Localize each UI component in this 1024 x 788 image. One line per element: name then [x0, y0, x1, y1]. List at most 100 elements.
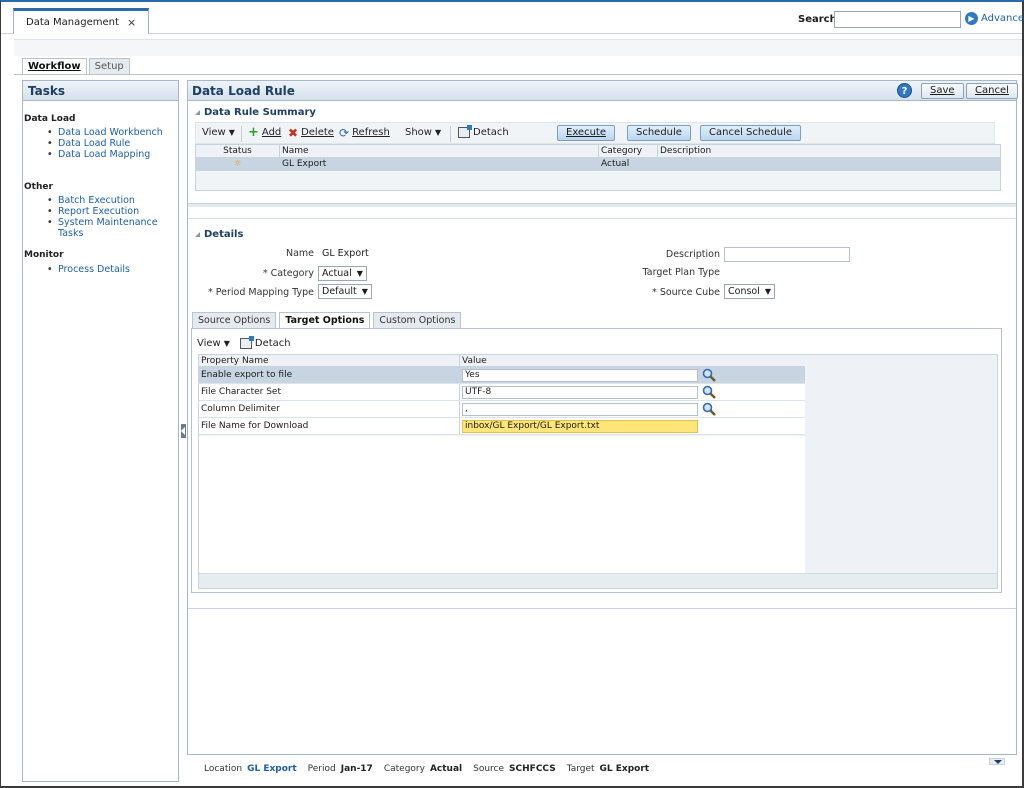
column-header-value[interactable]: Value — [460, 355, 805, 366]
toolbar-divider — [241, 126, 242, 142]
save-button[interactable]: Save — [921, 83, 964, 99]
name-label: Name — [285, 248, 314, 259]
table-row[interactable]: File Name for Download inbox/GL Export/G… — [199, 418, 805, 435]
chevron-down-icon: ▼ — [434, 128, 442, 137]
category-label: * Category — [262, 268, 314, 279]
option-tabs: Source Options Target Options Custom Opt… — [192, 312, 462, 329]
search-lookup-icon[interactable] — [702, 368, 716, 382]
description-cell — [658, 158, 1000, 171]
category-select[interactable]: Actual ▼ — [318, 266, 367, 281]
status-sun-icon: ☼ — [233, 159, 242, 169]
table-footer — [199, 573, 997, 588]
execute-button[interactable]: Execute — [557, 125, 615, 141]
period-mapping-select[interactable]: Default ▼ — [318, 284, 372, 299]
refresh-icon: ⟳ — [339, 125, 350, 140]
search-lookup-icon[interactable] — [702, 402, 716, 416]
save-button-label: Save — [930, 85, 955, 96]
task-data-load-workbench[interactable]: Data Load Workbench — [47, 127, 163, 138]
tab-target-options[interactable]: Target Options — [279, 312, 371, 329]
schedule-label: Schedule — [636, 127, 682, 138]
detach-label: Detach — [473, 127, 509, 138]
column-header-description[interactable]: Description — [658, 145, 1000, 157]
value-input[interactable]: inbox/GL Export/GL Export.txt — [462, 420, 698, 433]
summary-section-title[interactable]: Data Rule Summary — [195, 107, 316, 118]
table-row[interactable]: ☼ GL Export Actual — [196, 158, 1000, 171]
period-mapping-label: * Period Mapping Type — [207, 287, 314, 298]
toolbar-divider — [450, 126, 451, 142]
value-cell: inbox/GL Export/GL Export.txt — [460, 418, 805, 434]
task-report-execution[interactable]: Report Execution — [47, 206, 178, 217]
delete-button[interactable]: ✖ Delete — [288, 127, 334, 139]
task-batch-execution[interactable]: Batch Execution — [47, 195, 178, 206]
column-header-status[interactable]: Status — [196, 145, 280, 157]
advanced-search-link[interactable]: ▶ Advanced — [965, 12, 1024, 25]
value-input[interactable]: UTF-8 — [462, 386, 698, 399]
document-tab-data-management[interactable]: Data Management × — [13, 8, 150, 34]
task-group-data-load: Data Load — [24, 114, 76, 124]
page-title: Data Load Rule — [192, 84, 295, 98]
search-lookup-icon[interactable] — [702, 385, 716, 399]
top-bar: Data Management × Search: ▶ Advanced — [1, 2, 1024, 34]
tab-setup[interactable]: Setup — [88, 58, 130, 75]
name-cell: GL Export — [280, 158, 599, 171]
section-divider — [188, 218, 1016, 222]
period-mapping-value: Default — [322, 286, 357, 297]
refresh-button[interactable]: ⟳ Refresh — [339, 125, 390, 140]
document-tab-label: Data Management — [26, 17, 119, 28]
dropdown-arrow-icon: ▼ — [356, 269, 363, 278]
dropdown-arrow-icon: ▼ — [361, 287, 368, 296]
task-list-other: Batch Execution Report Execution System … — [47, 195, 178, 239]
tab-workflow[interactable]: Workflow — [22, 58, 87, 75]
add-button[interactable]: + Add — [248, 126, 281, 139]
view-menu[interactable]: View ▼ — [202, 127, 235, 138]
cancel-schedule-button[interactable]: Cancel Schedule — [700, 125, 802, 141]
schedule-button[interactable]: Schedule — [627, 125, 691, 141]
workflow-tabs: Workflow Setup — [22, 58, 130, 75]
table-row[interactable]: Enable export to file Yes — [199, 367, 805, 384]
data-rule-table: Status Name Category Description ☼ GL Ex… — [195, 144, 1001, 191]
value-input[interactable]: Yes — [462, 369, 698, 382]
expand-arrow-icon[interactable] — [989, 758, 1005, 765]
value-cell: Yes — [460, 367, 805, 383]
tasks-title: Tasks — [23, 81, 178, 101]
task-data-load-rule[interactable]: Data Load Rule — [47, 138, 163, 149]
tab-custom-options[interactable]: Custom Options — [373, 312, 462, 329]
tab-source-options[interactable]: Source Options — [192, 312, 277, 329]
task-system-maintenance[interactable]: System Maintenance Tasks — [47, 217, 178, 239]
source-cube-select[interactable]: Consol ▼ — [724, 284, 776, 299]
task-data-load-mapping[interactable]: Data Load Mapping — [47, 149, 163, 160]
collapse-panel-handle[interactable] — [181, 424, 186, 438]
table-row[interactable]: Column Delimiter , — [199, 401, 805, 418]
property-cell: File Name for Download — [199, 418, 460, 434]
show-label: Show — [405, 127, 432, 138]
search-input[interactable] — [834, 11, 961, 28]
execute-label: Execute — [566, 127, 606, 138]
value-input[interactable]: , — [462, 403, 698, 416]
column-header-property[interactable]: Property Name — [199, 355, 460, 366]
view-menu[interactable]: View ▼ — [197, 338, 230, 349]
table-header: Status Name Category Description — [196, 145, 1000, 158]
show-menu[interactable]: Show ▼ — [405, 127, 441, 138]
help-icon[interactable]: ? — [897, 83, 912, 98]
chevron-down-icon: ▼ — [228, 128, 235, 137]
details-section-title[interactable]: Details — [195, 229, 243, 240]
refresh-label: Refresh — [352, 127, 390, 138]
task-group-monitor: Monitor — [24, 250, 64, 260]
column-header-category[interactable]: Category — [599, 145, 658, 157]
tab-workflow-label: Workflow — [28, 61, 81, 72]
collapse-triangle-icon — [195, 232, 200, 237]
close-icon[interactable]: × — [127, 16, 136, 29]
location-value[interactable]: GL Export — [247, 764, 297, 774]
advanced-arrow-icon: ▶ — [965, 12, 978, 25]
view-label: View — [202, 127, 226, 138]
tasks-panel: Tasks Data Load Data Load Workbench Data… — [22, 80, 179, 782]
table-row[interactable]: File Character Set UTF-8 — [199, 384, 805, 401]
status-cell: ☼ — [196, 158, 280, 171]
description-input[interactable] — [724, 247, 850, 262]
detach-button[interactable]: Detach — [239, 335, 291, 349]
column-header-name[interactable]: Name — [280, 145, 599, 157]
cancel-button[interactable]: Cancel — [966, 83, 1018, 99]
chevron-down-icon: ▼ — [223, 338, 230, 348]
task-process-details[interactable]: Process Details — [47, 264, 130, 275]
detach-button[interactable]: Detach — [458, 125, 509, 138]
